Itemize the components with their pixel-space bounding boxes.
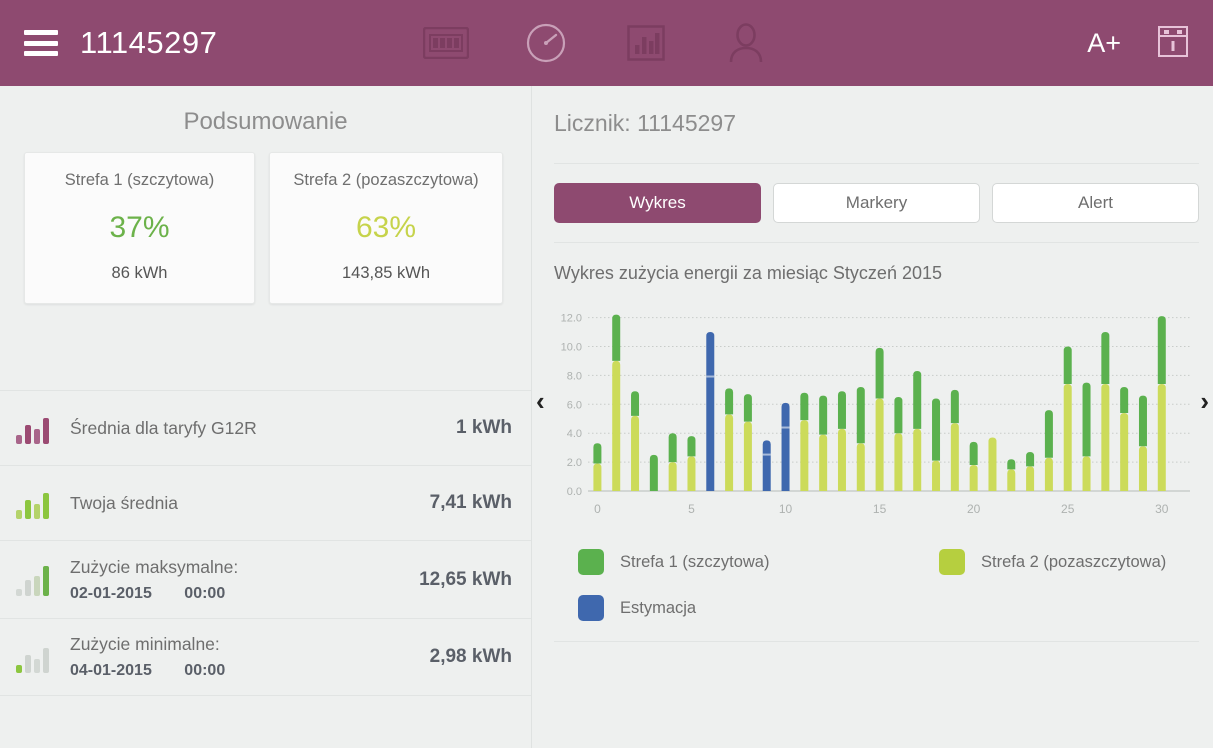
chart-legend: Strefa 1 (szczytowa) Strefa 2 (pozaszczy…: [532, 525, 1213, 621]
svg-text:10: 10: [779, 502, 793, 516]
zone1-percent: 37%: [39, 211, 240, 245]
svg-text:2.0: 2.0: [567, 457, 582, 469]
stat-row-max-consumption[interactable]: Zużycie maksymalne: 02-01-2015 00:00 12,…: [0, 540, 531, 618]
legend-swatch: [578, 549, 604, 575]
tab-wykres[interactable]: Wykres: [554, 183, 761, 223]
stat-value: 12,65 kWh: [419, 569, 512, 591]
hamburger-menu-icon[interactable]: [24, 30, 58, 56]
legend-label: Estymacja: [620, 599, 696, 618]
app-header: 11145297: [0, 0, 1213, 86]
stat-sub: 02-01-2015 00:00: [70, 585, 419, 603]
legend-label: Strefa 2 (pozaszczytowa): [981, 553, 1166, 572]
header-meter-id: 11145297: [80, 25, 217, 61]
chart-next-button[interactable]: ›: [1200, 388, 1209, 414]
summary-card-zone1[interactable]: Strefa 1 (szczytowa) 37% 86 kWh: [24, 152, 255, 304]
detail-pane: Licznik: 11145297 Wykres Markery Alert W…: [532, 86, 1213, 748]
summary-card-zone2[interactable]: Strefa 2 (pozaszczytowa) 63% 143,85 kWh: [269, 152, 503, 304]
stat-row-your-average[interactable]: Twoja średnia 7,41 kWh: [0, 465, 531, 540]
tab-alert[interactable]: Alert: [992, 183, 1199, 223]
summary-title: Podsumowanie: [0, 86, 531, 152]
svg-text:10.0: 10.0: [561, 341, 582, 353]
chart-heading: Wykres zużycia energii za miesiąc Stycze…: [532, 243, 1213, 284]
stat-label: Twoja średnia: [70, 493, 430, 514]
stat-label: Zużycie maksymalne:: [70, 557, 419, 578]
svg-text:4.0: 4.0: [567, 428, 582, 440]
legend-swatch: [939, 549, 965, 575]
header-nav-icons: [420, 0, 772, 86]
chart-prev-button[interactable]: ‹: [536, 388, 545, 414]
font-size-increase-button[interactable]: A+: [1087, 28, 1121, 59]
svg-text:6.0: 6.0: [567, 399, 582, 411]
stat-time: 00:00: [184, 585, 225, 602]
svg-text:8.0: 8.0: [567, 370, 582, 382]
svg-text:25: 25: [1061, 502, 1075, 516]
main-content: Podsumowanie Strefa 1 (szczytowa) 37% 86…: [0, 86, 1213, 748]
stat-row-min-consumption[interactable]: Zużycie minimalne: 04-01-2015 00:00 2,98…: [0, 618, 531, 696]
calendar-icon[interactable]: [1157, 24, 1189, 63]
svg-text:20: 20: [967, 502, 981, 516]
statistics-list: Średnia dla taryfy G12R 1 kWh Twoja śred…: [0, 390, 531, 696]
svg-text:5: 5: [688, 502, 695, 516]
header-right-actions: A+: [1087, 24, 1189, 63]
svg-text:0.0: 0.0: [567, 486, 582, 498]
zone2-percent: 63%: [284, 211, 488, 245]
legend-item-estimation: Estymacja: [578, 595, 939, 621]
stat-row-tariff-average[interactable]: Średnia dla taryfy G12R 1 kWh: [0, 390, 531, 465]
bar-chart-icon-max: [16, 564, 56, 596]
stat-label: Zużycie minimalne:: [70, 634, 430, 655]
svg-text:12.0: 12.0: [561, 313, 582, 325]
stat-date: 02-01-2015: [70, 585, 152, 602]
meter-display-icon[interactable]: [420, 20, 472, 66]
zone2-label: Strefa 2 (pozaszczytowa): [284, 171, 488, 190]
bar-chart-icon-min: [16, 641, 56, 673]
user-icon[interactable]: [720, 20, 772, 66]
summary-pane: Podsumowanie Strefa 1 (szczytowa) 37% 86…: [0, 86, 531, 748]
bar-chart-icon-green: [16, 487, 56, 519]
bar-chart-icon-magenta: [16, 412, 56, 444]
chart-container: ‹ › 0.0 2.0 4.0 6.0 8.0 10.0 12.0 0 5 10 15 20 25 30: [532, 300, 1213, 525]
zone1-label: Strefa 1 (szczytowa): [39, 171, 240, 190]
legend-swatch: [578, 595, 604, 621]
energy-consumption-chart: 0.0 2.0 4.0 6.0 8.0 10.0 12.0 0 5 10 15 20 25 30: [548, 300, 1198, 525]
stat-value: 7,41 kWh: [430, 492, 512, 514]
svg-text:0: 0: [594, 502, 601, 516]
stat-value: 1 kWh: [456, 417, 512, 439]
stat-label: Średnia dla taryfy G12R: [70, 418, 456, 439]
bar-chart-icon[interactable]: [620, 20, 672, 66]
stat-date: 04-01-2015: [70, 662, 152, 679]
tab-markery[interactable]: Markery: [773, 183, 980, 223]
stat-value: 2,98 kWh: [430, 646, 512, 668]
svg-text:15: 15: [873, 502, 887, 516]
legend-label: Strefa 1 (szczytowa): [620, 553, 769, 572]
zone2-value: 143,85 kWh: [284, 264, 488, 283]
legend-item-zone2: Strefa 2 (pozaszczytowa): [939, 549, 1166, 575]
tab-bar: Wykres Markery Alert: [532, 164, 1213, 223]
zone1-value: 86 kWh: [39, 264, 240, 283]
svg-text:30: 30: [1155, 502, 1169, 516]
bottom-divider: [554, 641, 1199, 642]
legend-item-zone1: Strefa 1 (szczytowa): [578, 549, 939, 575]
stat-time: 00:00: [184, 662, 225, 679]
gauge-icon[interactable]: [520, 20, 572, 66]
summary-cards: Strefa 1 (szczytowa) 37% 86 kWh Strefa 2…: [0, 152, 531, 304]
page-title: Licznik: 11145297: [532, 86, 1213, 137]
stat-sub: 04-01-2015 00:00: [70, 662, 430, 680]
